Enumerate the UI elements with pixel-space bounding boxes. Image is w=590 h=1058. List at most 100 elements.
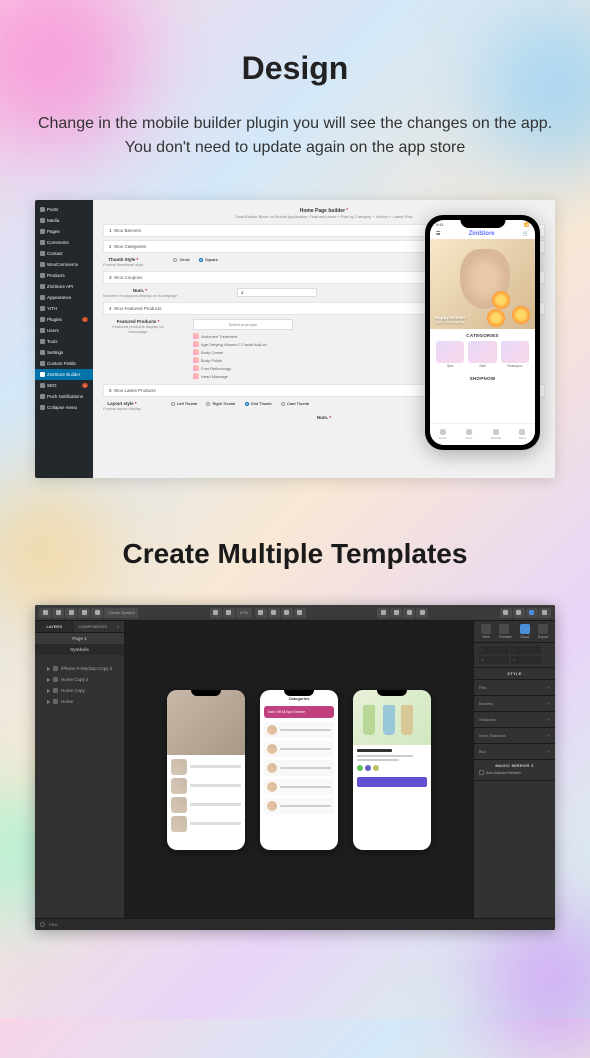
wp-sidebar-item[interactable]: WooCommerce	[35, 259, 93, 270]
tool-union[interactable]	[377, 608, 389, 618]
panel-shadows[interactable]: Shadows	[479, 717, 495, 722]
mock3-add-button	[357, 777, 427, 787]
tool-flatten[interactable]	[281, 608, 293, 618]
tab-layers[interactable]: LAYERS	[35, 621, 74, 632]
tool-edit[interactable]	[255, 608, 267, 618]
coord-x[interactable]: X	[479, 646, 509, 654]
wp-sidebar-item[interactable]: ZiniStore Builder	[35, 369, 93, 380]
wp-sidebar-item[interactable]: Users	[35, 325, 93, 336]
wp-num-input[interactable]	[237, 288, 317, 297]
mockup-template-1	[167, 690, 245, 850]
editor-layer[interactable]: Home	[35, 696, 124, 707]
tool-cloud[interactable]	[526, 608, 538, 618]
tool-intersect[interactable]	[403, 608, 415, 618]
wp-product-item[interactable]: Abdomen Treatment	[193, 332, 293, 340]
panel-borders[interactable]: Borders	[479, 701, 493, 706]
wp-select-posttype[interactable]: Select post type	[193, 319, 293, 330]
wp-sidebar-item[interactable]: Comments	[35, 237, 93, 248]
heading-design: Design	[30, 50, 560, 87]
wp-radio-left[interactable]: Left Thumb	[171, 401, 197, 406]
phone-category: Spa	[436, 341, 464, 368]
right-view-icon[interactable]	[481, 624, 491, 634]
right-preview-icon[interactable]	[499, 624, 509, 634]
tool-subtract[interactable]	[390, 608, 402, 618]
wp-radio-grid[interactable]: Grid Thumb	[245, 401, 272, 406]
hero-sub: Sale off everything	[435, 320, 465, 324]
tool-view[interactable]	[500, 608, 512, 618]
mockup-template-3	[353, 690, 431, 850]
phone-brand: ZiniStore	[469, 231, 495, 237]
editor-layer[interactable]: iPhone-X-Mockup Copy 2	[35, 663, 124, 674]
tool-export[interactable]	[539, 608, 551, 618]
wp-featured-desc: Featured products display on homepage	[103, 324, 173, 334]
wp-sidebar-item[interactable]: Pages	[35, 226, 93, 237]
wp-radio-right[interactable]: Right Thumb	[206, 401, 235, 406]
editor-canvas[interactable]: Categories Sale Off All Spa Service	[125, 621, 473, 918]
tool-create-symbol[interactable]: Create Symbol	[104, 608, 138, 618]
wp-sidebar-item[interactable]: Custom Fields	[35, 358, 93, 369]
editor-layer[interactable]: Home Copy	[35, 685, 124, 696]
wp-sidebar-item[interactable]: Products	[35, 270, 93, 281]
wp-sidebar-item[interactable]: Collapse menu	[35, 402, 93, 413]
phone-tabbar: HomeShopWishlistMore	[430, 423, 535, 445]
right-cloud-icon[interactable]	[520, 624, 530, 634]
tool-zoom[interactable]: 67%	[236, 608, 252, 618]
wp-sidebar-item[interactable]: Appearance	[35, 292, 93, 303]
wp-product-item[interactable]: Age Defying Vitamin C Facial Add-on	[193, 340, 293, 348]
tab-add[interactable]: +	[112, 621, 124, 632]
wp-sidebar-item[interactable]: Plugins1	[35, 314, 93, 325]
phone-tab: Shop	[465, 429, 472, 440]
wp-product-item[interactable]: Body Cream	[193, 348, 293, 356]
wp-sidebar-item[interactable]: Posts	[35, 204, 93, 215]
tool-text[interactable]	[78, 608, 90, 618]
wp-sidebar-item[interactable]: ZiniStore API	[35, 281, 93, 292]
phone-category: Shampoo	[501, 341, 529, 368]
editor-toolbar: Create Symbol 67%	[35, 605, 555, 621]
footer-filter[interactable]: Filter	[49, 922, 58, 927]
tool-vector[interactable]	[65, 608, 77, 618]
tool-insert[interactable]	[39, 608, 51, 618]
phone-mockup: 9:41📶 ☰ ZiniStore 🛒 Happy Winter! Sale o…	[425, 215, 540, 450]
editor-layer[interactable]: Home Copy 2	[35, 674, 124, 685]
tool-forward[interactable]	[210, 608, 222, 618]
wp-num-desc: Number of coupons display on homepage	[103, 293, 177, 298]
phone-category: Nail	[468, 341, 496, 368]
mock2-banner: Sale Off All Spa Service	[264, 706, 334, 718]
coord-y[interactable]: Y	[511, 646, 541, 654]
phone-tab: Home	[439, 429, 447, 440]
layer-page1[interactable]: Page 1	[35, 633, 124, 644]
panel-fills[interactable]: Fills	[479, 685, 486, 690]
coord-w[interactable]: W	[479, 656, 509, 664]
tab-components[interactable]: COMPONENTS	[74, 621, 113, 632]
tool-image[interactable]	[91, 608, 103, 618]
tool-shape[interactable]	[52, 608, 64, 618]
wp-product-item[interactable]: Body Polish	[193, 356, 293, 364]
panel-inner-shadows[interactable]: Inner Shadows	[479, 733, 506, 738]
layer-symbols[interactable]: Symbols	[35, 644, 124, 655]
wp-thumb-desc: Format thumbnail style	[103, 262, 143, 267]
tool-scale[interactable]	[294, 608, 306, 618]
tool-preview[interactable]	[513, 608, 525, 618]
wp-product-item[interactable]: Foot Reflexology	[193, 364, 293, 372]
wp-radio-square[interactable]: Square	[199, 257, 218, 262]
coord-h[interactable]: H	[511, 656, 541, 664]
wp-sidebar-item[interactable]: Contact	[35, 248, 93, 259]
phone-notch	[460, 220, 505, 228]
wp-sidebar-item[interactable]: Push Notifications	[35, 391, 93, 402]
wp-sidebar-item[interactable]: Tools	[35, 336, 93, 347]
wp-sidebar-item[interactable]: SEO1	[35, 380, 93, 391]
design-editor-screenshot: Create Symbol 67%	[35, 605, 555, 930]
wp-sidebar-item[interactable]: YITH	[35, 303, 93, 314]
tool-rotate[interactable]	[268, 608, 280, 618]
tool-backward[interactable]	[223, 608, 235, 618]
tool-difference[interactable]	[416, 608, 428, 618]
wp-sidebar-item[interactable]: Media	[35, 215, 93, 226]
check-auto-refresh[interactable]: Auto Artboard Refresh	[479, 768, 550, 777]
panel-blur[interactable]: Blur	[479, 749, 486, 754]
wp-radio-card[interactable]: Card Thumb	[281, 401, 309, 406]
wp-sidebar: PostsMediaPagesCommentsContactWooCommerc…	[35, 200, 93, 478]
wp-sidebar-item[interactable]: Settings	[35, 347, 93, 358]
wp-radio-circle[interactable]: Circle	[173, 257, 189, 262]
wp-product-item[interactable]: Head Massage	[193, 372, 293, 380]
right-export-icon[interactable]	[538, 624, 548, 634]
